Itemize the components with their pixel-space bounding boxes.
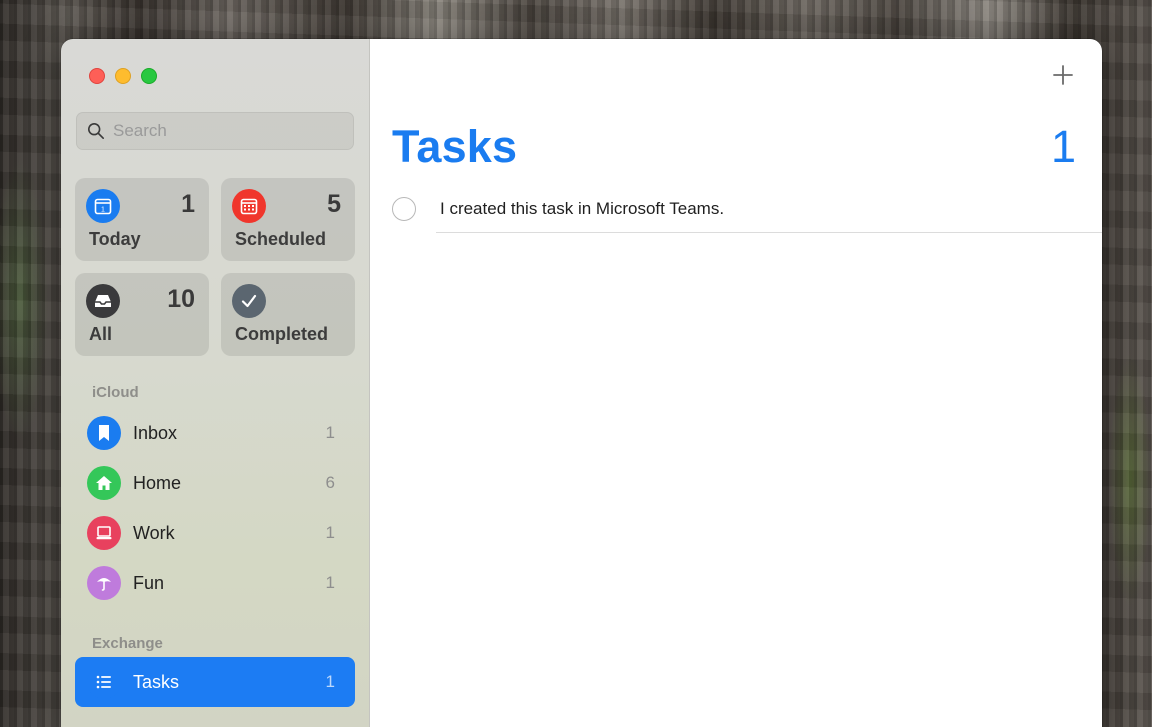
tray-icon	[86, 284, 120, 318]
section-header-icloud: iCloud	[92, 384, 139, 401]
list-count: 1	[1050, 121, 1076, 172]
reminders-window: 1 1 Today 5 Scheduled 10 All	[61, 39, 1102, 727]
sidebar-item-inbox[interactable]: Inbox 1	[75, 408, 355, 458]
sidebar-item-count: 1	[325, 423, 335, 442]
close-window-button[interactable]	[89, 68, 105, 84]
task-divider	[436, 232, 1102, 233]
sidebar-item-tasks[interactable]: Tasks 1	[75, 657, 355, 707]
smart-list-label: Today	[89, 229, 141, 249]
sidebar-item-work[interactable]: Work 1	[75, 508, 355, 558]
sidebar-item-count: 1	[325, 672, 335, 691]
smart-list-count: 10	[167, 285, 195, 313]
smart-list-label: Completed	[235, 324, 329, 344]
sidebar-item-label: Fun	[133, 572, 165, 593]
sidebar: 1 1 Today 5 Scheduled 10 All	[61, 39, 370, 727]
calendar-today-icon: 1	[86, 189, 120, 223]
smart-list-count: 1	[181, 190, 195, 218]
smart-list-all[interactable]: 10 All	[75, 273, 209, 356]
smart-list-label: All	[89, 324, 113, 344]
add-reminder-button[interactable]	[1050, 62, 1076, 88]
sidebar-item-count: 1	[325, 523, 335, 542]
sidebar-item-label: Work	[133, 522, 175, 543]
smart-list-label: Scheduled	[235, 229, 327, 249]
main-content: Tasks 1 I created this task in Microsoft…	[370, 39, 1102, 727]
svg-text:1: 1	[101, 207, 105, 214]
search-input[interactable]	[113, 121, 333, 141]
smart-list-completed[interactable]: Completed	[221, 273, 355, 356]
exchange-lists: Tasks 1	[75, 657, 355, 707]
search-field[interactable]	[76, 112, 354, 150]
icloud-lists: Inbox 1 Home 6 Work 1 Fun 1	[75, 408, 355, 608]
calendar-icon	[232, 189, 266, 223]
umbrella-icon	[87, 566, 121, 600]
house-icon	[87, 466, 121, 500]
task-title[interactable]: I created this task in Microsoft Teams.	[440, 199, 724, 219]
smart-list-scheduled[interactable]: 5 Scheduled	[221, 178, 355, 261]
bookmark-icon	[87, 416, 121, 450]
laptop-icon	[87, 516, 121, 550]
search-icon	[87, 122, 105, 140]
window-controls	[89, 68, 157, 84]
sidebar-item-count: 1	[325, 573, 335, 592]
section-header-exchange: Exchange	[92, 635, 163, 652]
sidebar-item-home[interactable]: Home 6	[75, 458, 355, 508]
task-row[interactable]: I created this task in Microsoft Teams.	[392, 191, 1102, 233]
sidebar-item-label: Home	[133, 472, 182, 493]
plus-icon	[1053, 65, 1073, 85]
list-bullet-icon	[87, 665, 121, 699]
sidebar-item-count: 6	[325, 473, 335, 492]
smart-list-count: 5	[327, 190, 341, 218]
sidebar-item-label: Inbox	[133, 422, 178, 443]
smart-lists: 1 1 Today 5 Scheduled 10 All Completed	[75, 178, 355, 356]
zoom-window-button[interactable]	[141, 68, 157, 84]
task-complete-checkbox[interactable]	[392, 197, 416, 221]
minimize-window-button[interactable]	[115, 68, 131, 84]
sidebar-item-label: Tasks	[133, 671, 180, 692]
checkmark-icon	[232, 284, 266, 318]
sidebar-item-fun[interactable]: Fun 1	[75, 558, 355, 608]
list-title: Tasks	[392, 121, 518, 172]
smart-list-today[interactable]: 1 1 Today	[75, 178, 209, 261]
